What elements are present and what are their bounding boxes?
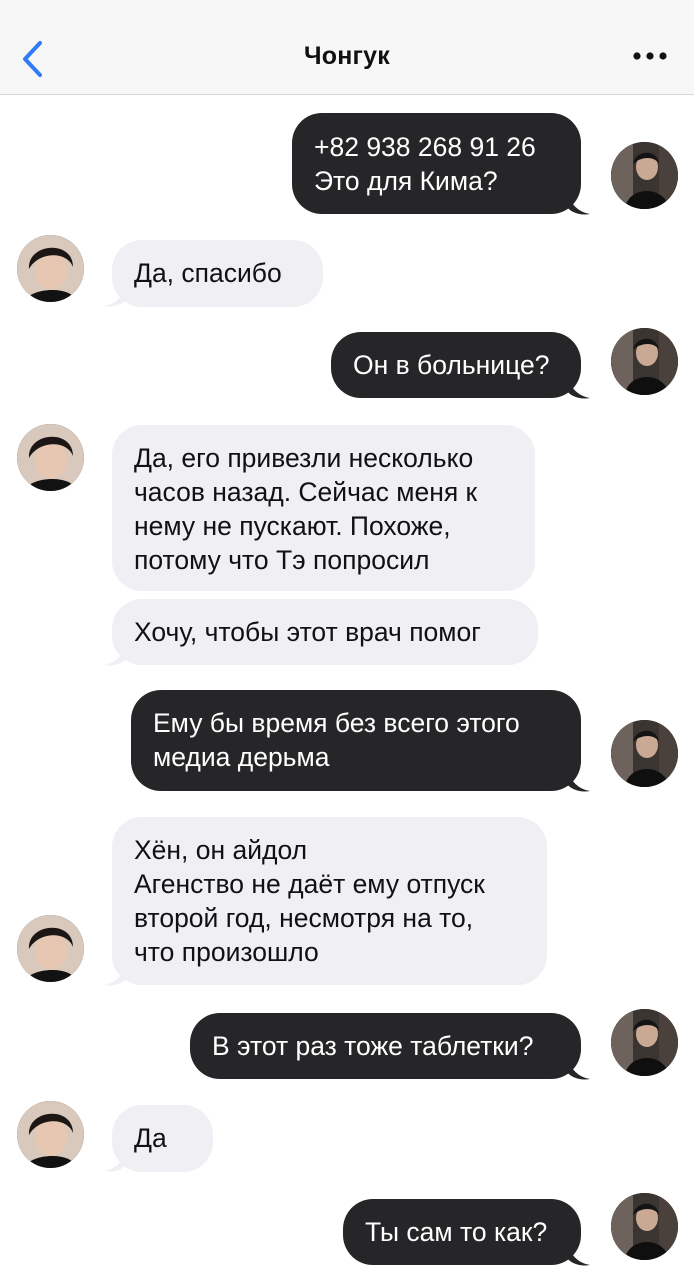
- bubble-tail: [104, 641, 128, 666]
- bubble-tail: [566, 190, 590, 215]
- message-bubble-outgoing[interactable]: В этот раз тоже таблетки?: [190, 1013, 581, 1079]
- avatar-contact[interactable]: [17, 915, 84, 982]
- message-bubble-outgoing[interactable]: Он в больнице?: [331, 332, 581, 398]
- contact-name[interactable]: Чонгук: [0, 42, 694, 71]
- bubble-tail: [104, 282, 128, 307]
- bubble-tail: [566, 1241, 590, 1266]
- ellipsis-icon: [633, 52, 667, 60]
- avatar-sender[interactable]: [611, 1193, 678, 1260]
- bubble-tail: [566, 1055, 590, 1080]
- message-bubble-outgoing[interactable]: Ему бы время без всего этого медиа дерьм…: [131, 690, 581, 791]
- bubble-tail: [566, 374, 590, 399]
- message-bubble-outgoing[interactable]: +82 938 268 91 26 Это для Кима?: [292, 113, 581, 214]
- more-button[interactable]: [632, 48, 668, 64]
- avatar-sender[interactable]: [611, 328, 678, 395]
- message-bubble-incoming[interactable]: Да, его привезли несколько часов назад. …: [112, 425, 535, 591]
- message-bubble-outgoing[interactable]: Ты сам то как?: [343, 1199, 581, 1265]
- bubble-tail: [104, 1147, 128, 1172]
- avatar-sender[interactable]: [611, 720, 678, 787]
- avatar-contact[interactable]: [17, 424, 84, 491]
- message-bubble-incoming[interactable]: Хочу, чтобы этот врач помог: [112, 599, 538, 665]
- avatar-sender[interactable]: [611, 142, 678, 209]
- avatar-sender[interactable]: [611, 1009, 678, 1076]
- avatar-contact[interactable]: [17, 235, 84, 302]
- bubble-tail: [104, 961, 128, 986]
- chat-header: Чонгук: [0, 0, 694, 95]
- bubble-tail: [566, 767, 590, 792]
- message-bubble-incoming[interactable]: Хён, он айдол Агенство не даёт ему отпус…: [112, 817, 547, 985]
- avatar-contact[interactable]: [17, 1101, 84, 1168]
- message-bubble-incoming[interactable]: Да, спасибо: [112, 240, 323, 307]
